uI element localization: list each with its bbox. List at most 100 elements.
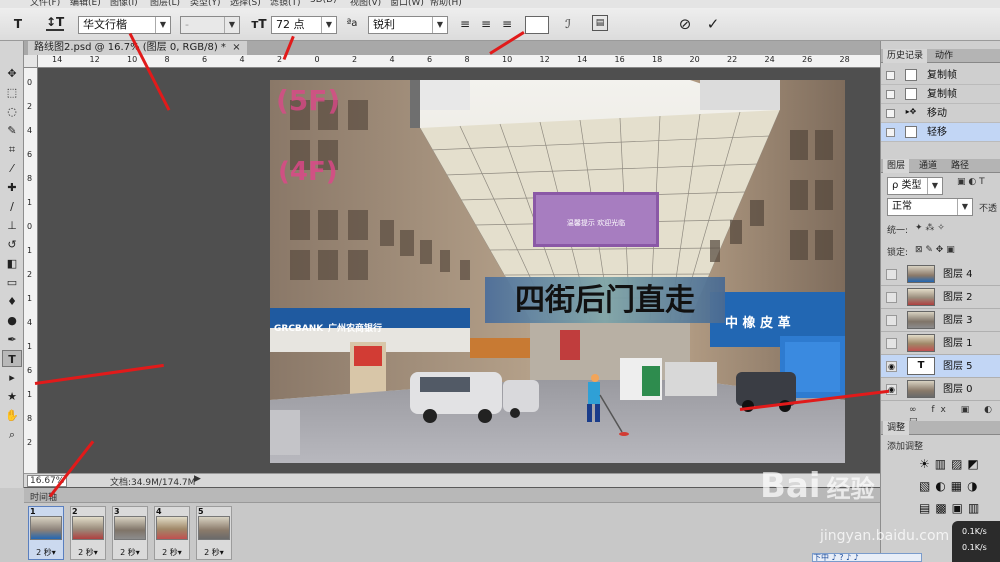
history-checkbox[interactable]	[886, 109, 895, 118]
font-size-select[interactable]: 72 点 ▼	[271, 16, 337, 34]
horizontal-ruler[interactable]: 14 12 10 8 6 4 2 0 2 4 6 8 10 12 14 16 18 20 22 24 26 28	[38, 55, 880, 68]
menu-item[interactable]: 图层(L)	[150, 0, 180, 8]
timeline-frame[interactable]: 4 2 秒▾	[154, 506, 190, 560]
eraser-tool-icon[interactable]: ◧	[2, 255, 22, 272]
frame-delay-select[interactable]: 2 秒▾	[113, 547, 147, 558]
align-center-icon[interactable]: ≡	[479, 15, 493, 33]
blend-mode-value: 正常	[892, 201, 912, 212]
layer-filter-icons[interactable]: ▣ ◐ T	[957, 177, 985, 187]
visibility-toggle[interactable]	[886, 315, 897, 326]
crop-tool-icon[interactable]: ⌗	[2, 141, 22, 158]
type-tool-preset-icon[interactable]: T	[4, 15, 32, 33]
tab-paths[interactable]: 路径	[947, 159, 973, 173]
menu-item[interactable]: 帮助(H)	[430, 0, 462, 8]
ruler-tick-label: 8	[27, 414, 33, 423]
antialias-select[interactable]: 锐利 ▼	[368, 16, 448, 34]
layer-row-selected[interactable]: ◉ T 图层 5	[881, 355, 1000, 378]
visibility-toggle[interactable]	[886, 269, 897, 280]
layer-thumbnail	[907, 311, 935, 329]
character-panel-icon[interactable]: ▤	[592, 15, 608, 31]
layer-row[interactable]: 图层 2	[881, 286, 1000, 309]
healing-tool-icon[interactable]: ✚	[2, 179, 22, 196]
ruler-tick-label: 10	[127, 55, 138, 64]
history-checkbox[interactable]	[886, 71, 895, 80]
history-item[interactable]: ▸✥ 移动	[881, 104, 1000, 123]
marquee-tool-icon[interactable]: ⬚	[2, 84, 22, 101]
zoom-tool-icon[interactable]: ⌕	[2, 426, 22, 443]
timeline-frame[interactable]: 3 2 秒▾	[112, 506, 148, 560]
layer-row[interactable]: 图层 1	[881, 332, 1000, 355]
layer-filter-select[interactable]: ρ 类型 ▼	[887, 177, 943, 195]
clone-stamp-tool-icon[interactable]: ⊥	[2, 217, 22, 234]
history-checkbox[interactable]	[886, 128, 895, 137]
timeline-frame[interactable]: 1 2 秒▾	[28, 506, 64, 560]
ime-toolbar[interactable]: 下中 ♪ ? ♪ ♪	[812, 553, 922, 562]
toggle-orientation-icon[interactable]: ↕T	[46, 15, 64, 31]
font-style-select[interactable]: - ▼	[180, 16, 240, 34]
gradient-tool-icon[interactable]: ▭	[2, 274, 22, 291]
status-menu-arrow-icon[interactable]: ▶	[194, 474, 201, 484]
brush-tool-icon[interactable]: ∕	[2, 198, 22, 215]
menu-item[interactable]: 窗口(W)	[390, 0, 424, 8]
menu-item[interactable]: 类型(Y)	[190, 0, 221, 8]
adjustment-icons-row[interactable]: ☀▥▨◩	[919, 457, 984, 471]
cancel-icon[interactable]: ⊘	[676, 15, 694, 33]
pen-tool-icon[interactable]: ✒	[2, 331, 22, 348]
frame-delay-select[interactable]: 2 秒▾	[197, 547, 231, 558]
close-icon[interactable]: ×	[232, 42, 240, 53]
frame-delay-select[interactable]: 2 秒▾	[71, 547, 105, 558]
adjustment-icons-row[interactable]: ▤▩▣▥	[919, 501, 984, 515]
history-checkbox[interactable]	[886, 90, 895, 99]
hand-tool-icon[interactable]: ✋	[2, 407, 22, 424]
visibility-toggle[interactable]	[886, 292, 897, 303]
banner-text-layer[interactable]: 四街后门直走	[515, 283, 695, 318]
history-item-selected[interactable]: 轻移	[881, 123, 1000, 142]
tab-adjustments[interactable]: 调整	[883, 421, 910, 435]
lock-icons[interactable]: ⊠ ✎ ✥ ▣	[915, 245, 955, 255]
frame-delay-select[interactable]: 2 秒▾	[29, 547, 63, 558]
align-right-icon[interactable]: ≡	[500, 15, 514, 33]
timeline-frame[interactable]: 2 2 秒▾	[70, 506, 106, 560]
path-select-tool-icon[interactable]: ▸	[2, 369, 22, 386]
menu-item[interactable]: 视图(V)	[350, 0, 381, 8]
layer-row[interactable]: 图层 4	[881, 263, 1000, 286]
menu-item[interactable]: 图像(I)	[110, 0, 138, 8]
layer-row[interactable]: ◉ 图层 0	[881, 378, 1000, 401]
text-color-swatch[interactable]	[525, 16, 549, 34]
font-family-select[interactable]: 华文行楷 ▼	[78, 16, 171, 34]
layer-row[interactable]: 图层 3	[881, 309, 1000, 332]
type-tool-icon[interactable]: T	[2, 350, 22, 367]
commit-icon[interactable]: ✓	[704, 15, 722, 33]
eyedropper-tool-icon[interactable]: ⁄	[2, 160, 22, 177]
move-tool-icon[interactable]: ✥	[2, 65, 22, 82]
visibility-toggle[interactable]	[886, 338, 897, 349]
dodge-tool-icon[interactable]: ●	[2, 312, 22, 329]
align-left-icon[interactable]: ≡	[458, 15, 472, 33]
history-item-label: 轻移	[927, 127, 947, 138]
quick-select-tool-icon[interactable]: ✎	[2, 122, 22, 139]
eye-icon[interactable]: ◉	[886, 361, 897, 372]
unify-icons[interactable]: ✦ ⁂ ✧	[915, 223, 945, 233]
menu-item[interactable]: 选择(S)	[230, 0, 261, 8]
menu-item[interactable]: 3D(D)	[310, 0, 337, 5]
menu-item[interactable]: 文件(F)	[30, 0, 60, 8]
tab-history[interactable]: 历史记录	[883, 49, 928, 63]
blend-mode-select[interactable]: 正常 ▼	[887, 198, 973, 216]
adjustment-icons-row[interactable]: ▧◐▦◑	[919, 479, 983, 493]
tab-channels[interactable]: 通道	[915, 159, 941, 173]
menu-item[interactable]: 编辑(E)	[70, 0, 101, 8]
history-item[interactable]: 复制帧	[881, 85, 1000, 104]
vertical-ruler[interactable]: 0246810121416182	[24, 68, 38, 473]
tab-layers[interactable]: 图层	[883, 159, 910, 173]
shape-tool-icon[interactable]: ★	[2, 388, 22, 405]
blur-tool-icon[interactable]: ♦	[2, 293, 22, 310]
frame-delay-select[interactable]: 2 秒▾	[155, 547, 189, 558]
lasso-tool-icon[interactable]: ◌	[2, 103, 22, 120]
warp-text-icon[interactable]: ℐ	[559, 15, 577, 33]
watermark-logo-text-2: 经验	[826, 475, 875, 503]
menu-item[interactable]: 滤镜(T)	[270, 0, 301, 8]
timeline-frame[interactable]: 5 2 秒▾	[196, 506, 232, 560]
history-brush-tool-icon[interactable]: ↺	[2, 236, 22, 253]
tab-actions[interactable]: 动作	[931, 49, 957, 63]
history-item[interactable]: 复制帧	[881, 66, 1000, 85]
